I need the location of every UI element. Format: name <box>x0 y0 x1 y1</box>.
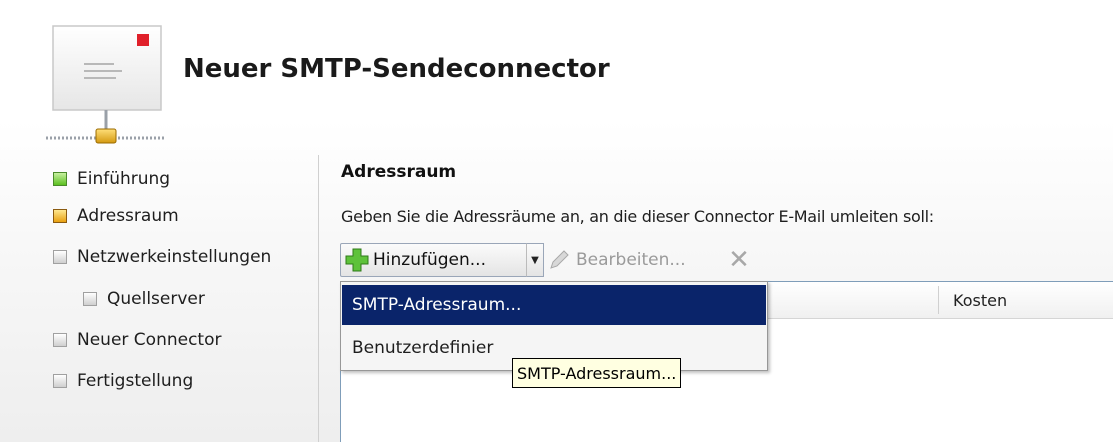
step-pending-icon <box>53 333 67 347</box>
send-connector-icon <box>46 25 166 144</box>
nav-step-netzwerkeinstellungen[interactable]: Netzwerkeinstellungen <box>53 242 271 272</box>
remove-button[interactable]: ✕ <box>722 243 756 277</box>
column-header-kosten[interactable]: Kosten <box>953 282 1007 318</box>
edit-button[interactable]: Bearbeiten... <box>548 243 686 277</box>
step-complete-icon <box>53 172 67 186</box>
nav-step-fertigstellung[interactable]: Fertigstellung <box>53 366 193 396</box>
step-pending-icon <box>53 250 67 264</box>
nav-step-label: Adressraum <box>77 206 179 226</box>
add-button[interactable]: Hinzufügen... <box>340 243 528 277</box>
nav-step-label: Einführung <box>77 169 171 189</box>
chevron-down-icon: ▼ <box>531 254 539 266</box>
nav-step-quellserver[interactable]: Quellserver <box>83 284 205 314</box>
wizard-steps-nav: Einführung Adressraum Netzwerkeinstellun… <box>0 160 320 442</box>
menu-item-smtp-address-space[interactable]: SMTP-Adressraum... <box>342 285 766 325</box>
edit-button-label: Bearbeiten... <box>576 250 686 270</box>
plus-icon <box>345 248 369 272</box>
add-button-label: Hinzufügen... <box>373 250 486 270</box>
tooltip: SMTP-Adressraum... <box>512 358 682 388</box>
nav-divider <box>318 155 319 442</box>
list-toolbar: Hinzufügen... ▼ Bearbeiten... ✕ <box>340 243 840 279</box>
wizard-window: Neuer SMTP-Sendeconnector Einführung Adr… <box>0 0 1113 442</box>
nav-step-label: Neuer Connector <box>77 330 222 350</box>
pencil-icon <box>550 250 569 269</box>
section-title: Adressraum <box>341 162 457 182</box>
instructions-text: Geben Sie die Adressräume an, an die die… <box>341 207 934 226</box>
close-icon: ✕ <box>728 245 750 275</box>
column-separator <box>938 286 939 314</box>
step-pending-icon <box>83 292 97 306</box>
nav-step-neuer-connector[interactable]: Neuer Connector <box>53 325 221 355</box>
nav-step-adressraum[interactable]: Adressraum <box>53 201 179 231</box>
nav-step-einfuehrung[interactable]: Einführung <box>53 164 170 194</box>
wizard-title: Neuer SMTP-Sendeconnector <box>183 54 610 84</box>
step-current-icon <box>53 209 67 223</box>
nav-step-label: Fertigstellung <box>77 371 194 391</box>
add-dropdown-button[interactable]: ▼ <box>526 243 544 277</box>
nav-step-label: Netzwerkeinstellungen <box>77 247 272 267</box>
step-pending-icon <box>53 374 67 388</box>
nav-step-label: Quellserver <box>107 289 205 309</box>
